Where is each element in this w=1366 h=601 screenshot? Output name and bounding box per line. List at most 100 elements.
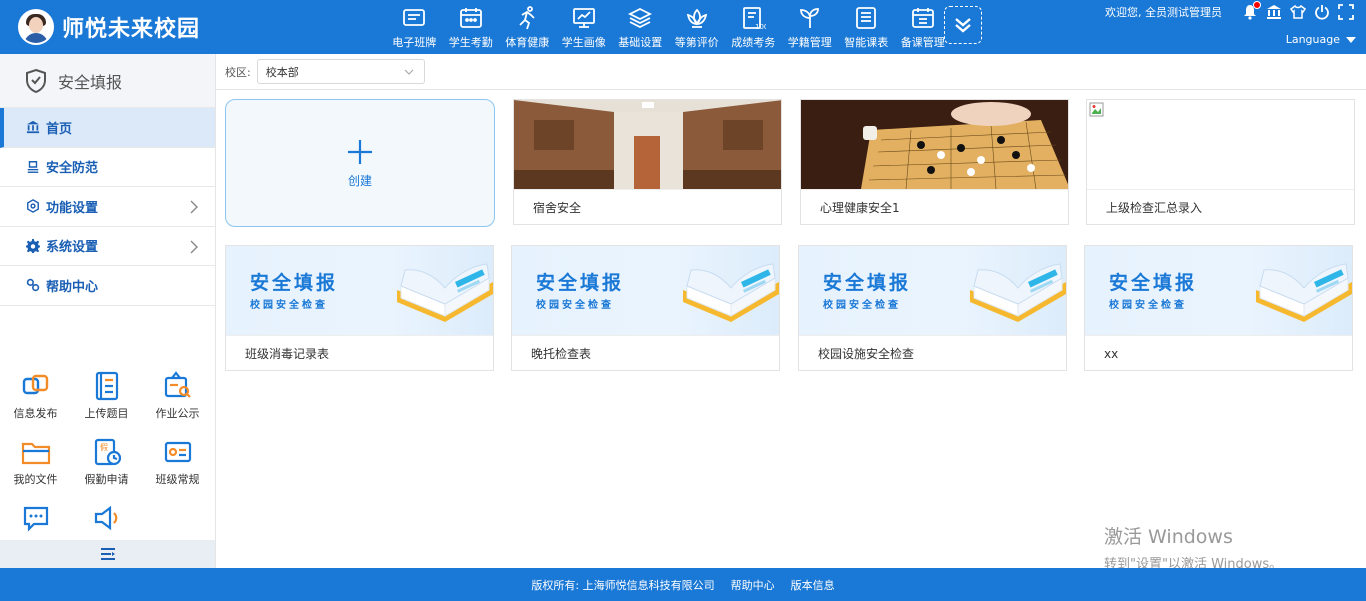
nav-item-sports[interactable]: 体育健康 xyxy=(499,0,556,54)
svg-text:100: 100 xyxy=(755,23,766,31)
nav-more-button[interactable] xyxy=(944,6,982,44)
fullscreen-button[interactable] xyxy=(1338,4,1354,20)
nav-item-timetable[interactable]: 智能课表 xyxy=(838,0,895,54)
display-board-icon xyxy=(403,9,426,26)
form-card[interactable]: 安全填报 校园安全检查 班级消毒记录表 xyxy=(225,245,494,371)
campus-label: 校区: xyxy=(225,65,251,79)
open-book-icon xyxy=(397,263,493,322)
broken-image xyxy=(1087,100,1354,189)
score-sheet-icon: 100 xyxy=(743,7,766,31)
nav-item-student-records[interactable]: 学籍管理 xyxy=(782,0,839,54)
nav-item-grade-evaluation[interactable]: 等第评价 xyxy=(669,0,726,54)
tshirt-icon xyxy=(1289,4,1307,19)
sidebar-collapse-button[interactable] xyxy=(0,540,215,568)
quick-class-routine[interactable]: 班级常规 xyxy=(142,436,213,502)
app-title: 师悦未来校园 xyxy=(62,17,201,42)
power-icon xyxy=(1315,5,1329,20)
school-button[interactable] xyxy=(1266,4,1282,20)
nav-item-portrait[interactable]: 学生画像 xyxy=(556,0,613,54)
overlap-squares-icon xyxy=(22,374,48,395)
form-card[interactable]: 上级检查汇总录入 xyxy=(1086,99,1355,225)
copyright-text: 版权所有: 上海师悦信息科技有限公司 xyxy=(531,578,715,592)
sidebar-item-system-settings[interactable]: 系统设置 xyxy=(0,227,215,266)
broken-image-icon xyxy=(1089,102,1104,117)
class-card-icon xyxy=(164,441,191,463)
quick-leave-request[interactable]: 假 假勤申请 xyxy=(71,436,142,502)
avatar[interactable] xyxy=(18,9,54,45)
shield-stack-icon xyxy=(27,160,39,173)
bank-icon xyxy=(26,121,40,134)
collapse-menu-icon xyxy=(100,548,115,560)
skin-button[interactable] xyxy=(1289,4,1307,20)
layers-icon xyxy=(628,7,653,29)
quick-apps: 信息发布 上传题目 作业公示 我的文件 假 假勤申请 班级常规 xyxy=(0,370,215,568)
card-title: 心理健康安全1 xyxy=(801,189,1068,225)
nav-item-scores[interactable]: 100 成绩考务 xyxy=(725,0,782,54)
sidebar: 安全填报 首页 安全防范 功能设置 系统设置 帮助中心 信息发布 上传题目 作业… xyxy=(0,54,216,568)
quick-info-publish[interactable]: 信息发布 xyxy=(0,370,71,436)
svg-text:假: 假 xyxy=(100,443,108,452)
sidebar-item-safety-prevention[interactable]: 安全防范 xyxy=(0,148,215,187)
nav-item-display-board[interactable]: 电子班牌 xyxy=(386,0,443,54)
sidebar-title: 安全填报 xyxy=(0,54,215,108)
double-chevron-down-icon xyxy=(955,18,971,33)
notification-button[interactable] xyxy=(1242,1,1261,20)
notebook-icon xyxy=(95,371,118,401)
gear-icon xyxy=(26,238,40,253)
shield-check-icon xyxy=(26,68,46,93)
main-content: 校区: 校本部 创建 宿舍安全 心理健康安全1 上级检查汇总录入 安全填报 校园… xyxy=(216,54,1366,568)
sidebar-item-function-settings[interactable]: 功能设置 xyxy=(0,187,215,227)
link-icon xyxy=(26,279,40,292)
sidebar-item-help-center[interactable]: 帮助中心 xyxy=(0,266,215,306)
banner-image: 安全填报 校园安全检查 xyxy=(799,246,1066,335)
footer-help-link[interactable]: 帮助中心 xyxy=(731,577,775,593)
caret-down-icon xyxy=(1346,36,1356,43)
footer-version-link[interactable]: 版本信息 xyxy=(791,577,835,593)
list-icon xyxy=(856,7,877,29)
bank-icon xyxy=(1267,5,1281,19)
fullscreen-icon xyxy=(1338,4,1354,20)
open-book-icon xyxy=(970,263,1066,322)
card-title: 宿舍安全 xyxy=(514,189,781,225)
nav-item-basic-settings[interactable]: 基础设置 xyxy=(612,0,669,54)
running-icon xyxy=(519,6,535,30)
monitor-chart-icon xyxy=(572,8,595,28)
footer: 版权所有: 上海师悦信息科技有限公司 帮助中心 版本信息 xyxy=(0,568,1366,601)
open-book-icon xyxy=(1256,263,1352,322)
chevron-down-icon xyxy=(404,69,414,75)
chevron-right-icon xyxy=(190,240,198,253)
app-logo[interactable]: 师悦未来校园 xyxy=(18,9,200,45)
form-card[interactable]: 宿舍安全 xyxy=(513,99,782,225)
card-title: xx xyxy=(1085,335,1352,371)
filter-bar: 校区: 校本部 xyxy=(216,54,1366,90)
quick-my-files[interactable]: 我的文件 xyxy=(0,436,71,502)
form-card[interactable]: 安全填报 校园安全检查 xx xyxy=(1084,245,1353,371)
campus-select[interactable]: 校本部 xyxy=(256,59,425,84)
header-actions: 欢迎您, 全员测试管理员 xyxy=(1105,1,1354,20)
sprout-icon xyxy=(799,8,819,28)
banner-image: 安全填报 校园安全检查 xyxy=(512,246,779,335)
create-button[interactable]: 创建 xyxy=(225,99,495,227)
form-card[interactable]: 安全填报 校园安全检查 校园设施安全检查 xyxy=(798,245,1067,371)
card-title: 班级消毒记录表 xyxy=(226,335,493,371)
sidebar-item-home[interactable]: 首页 xyxy=(0,108,215,148)
calendar-grid-icon xyxy=(911,8,934,28)
logout-button[interactable] xyxy=(1314,4,1330,20)
form-card[interactable]: 安全填报 校园安全检查 晚托检查表 xyxy=(511,245,780,371)
nav-item-attendance[interactable]: 学生考勤 xyxy=(443,0,500,54)
quick-homework-notice[interactable]: 作业公示 xyxy=(142,370,213,436)
language-selector[interactable]: Language xyxy=(1286,33,1356,46)
leave-calendar-icon: 假 xyxy=(94,438,121,466)
nav-item-lesson-prep[interactable]: 备课管理 xyxy=(895,0,952,54)
form-card[interactable]: 心理健康安全1 xyxy=(800,99,1069,225)
folder-icon xyxy=(21,442,50,465)
settings-icon xyxy=(27,199,39,214)
go-board-photo xyxy=(801,100,1068,189)
banner-image: 安全填报 校园安全检查 xyxy=(1085,246,1352,335)
card-title: 上级检查汇总录入 xyxy=(1087,189,1354,225)
welcome-text: 欢迎您, 全员测试管理员 xyxy=(1105,6,1222,19)
card-title: 校园设施安全检查 xyxy=(799,335,1066,371)
notification-dot xyxy=(1253,1,1261,9)
quick-upload-questions[interactable]: 上传题目 xyxy=(71,370,142,436)
banner-image: 安全填报 校园安全检查 xyxy=(226,246,493,335)
